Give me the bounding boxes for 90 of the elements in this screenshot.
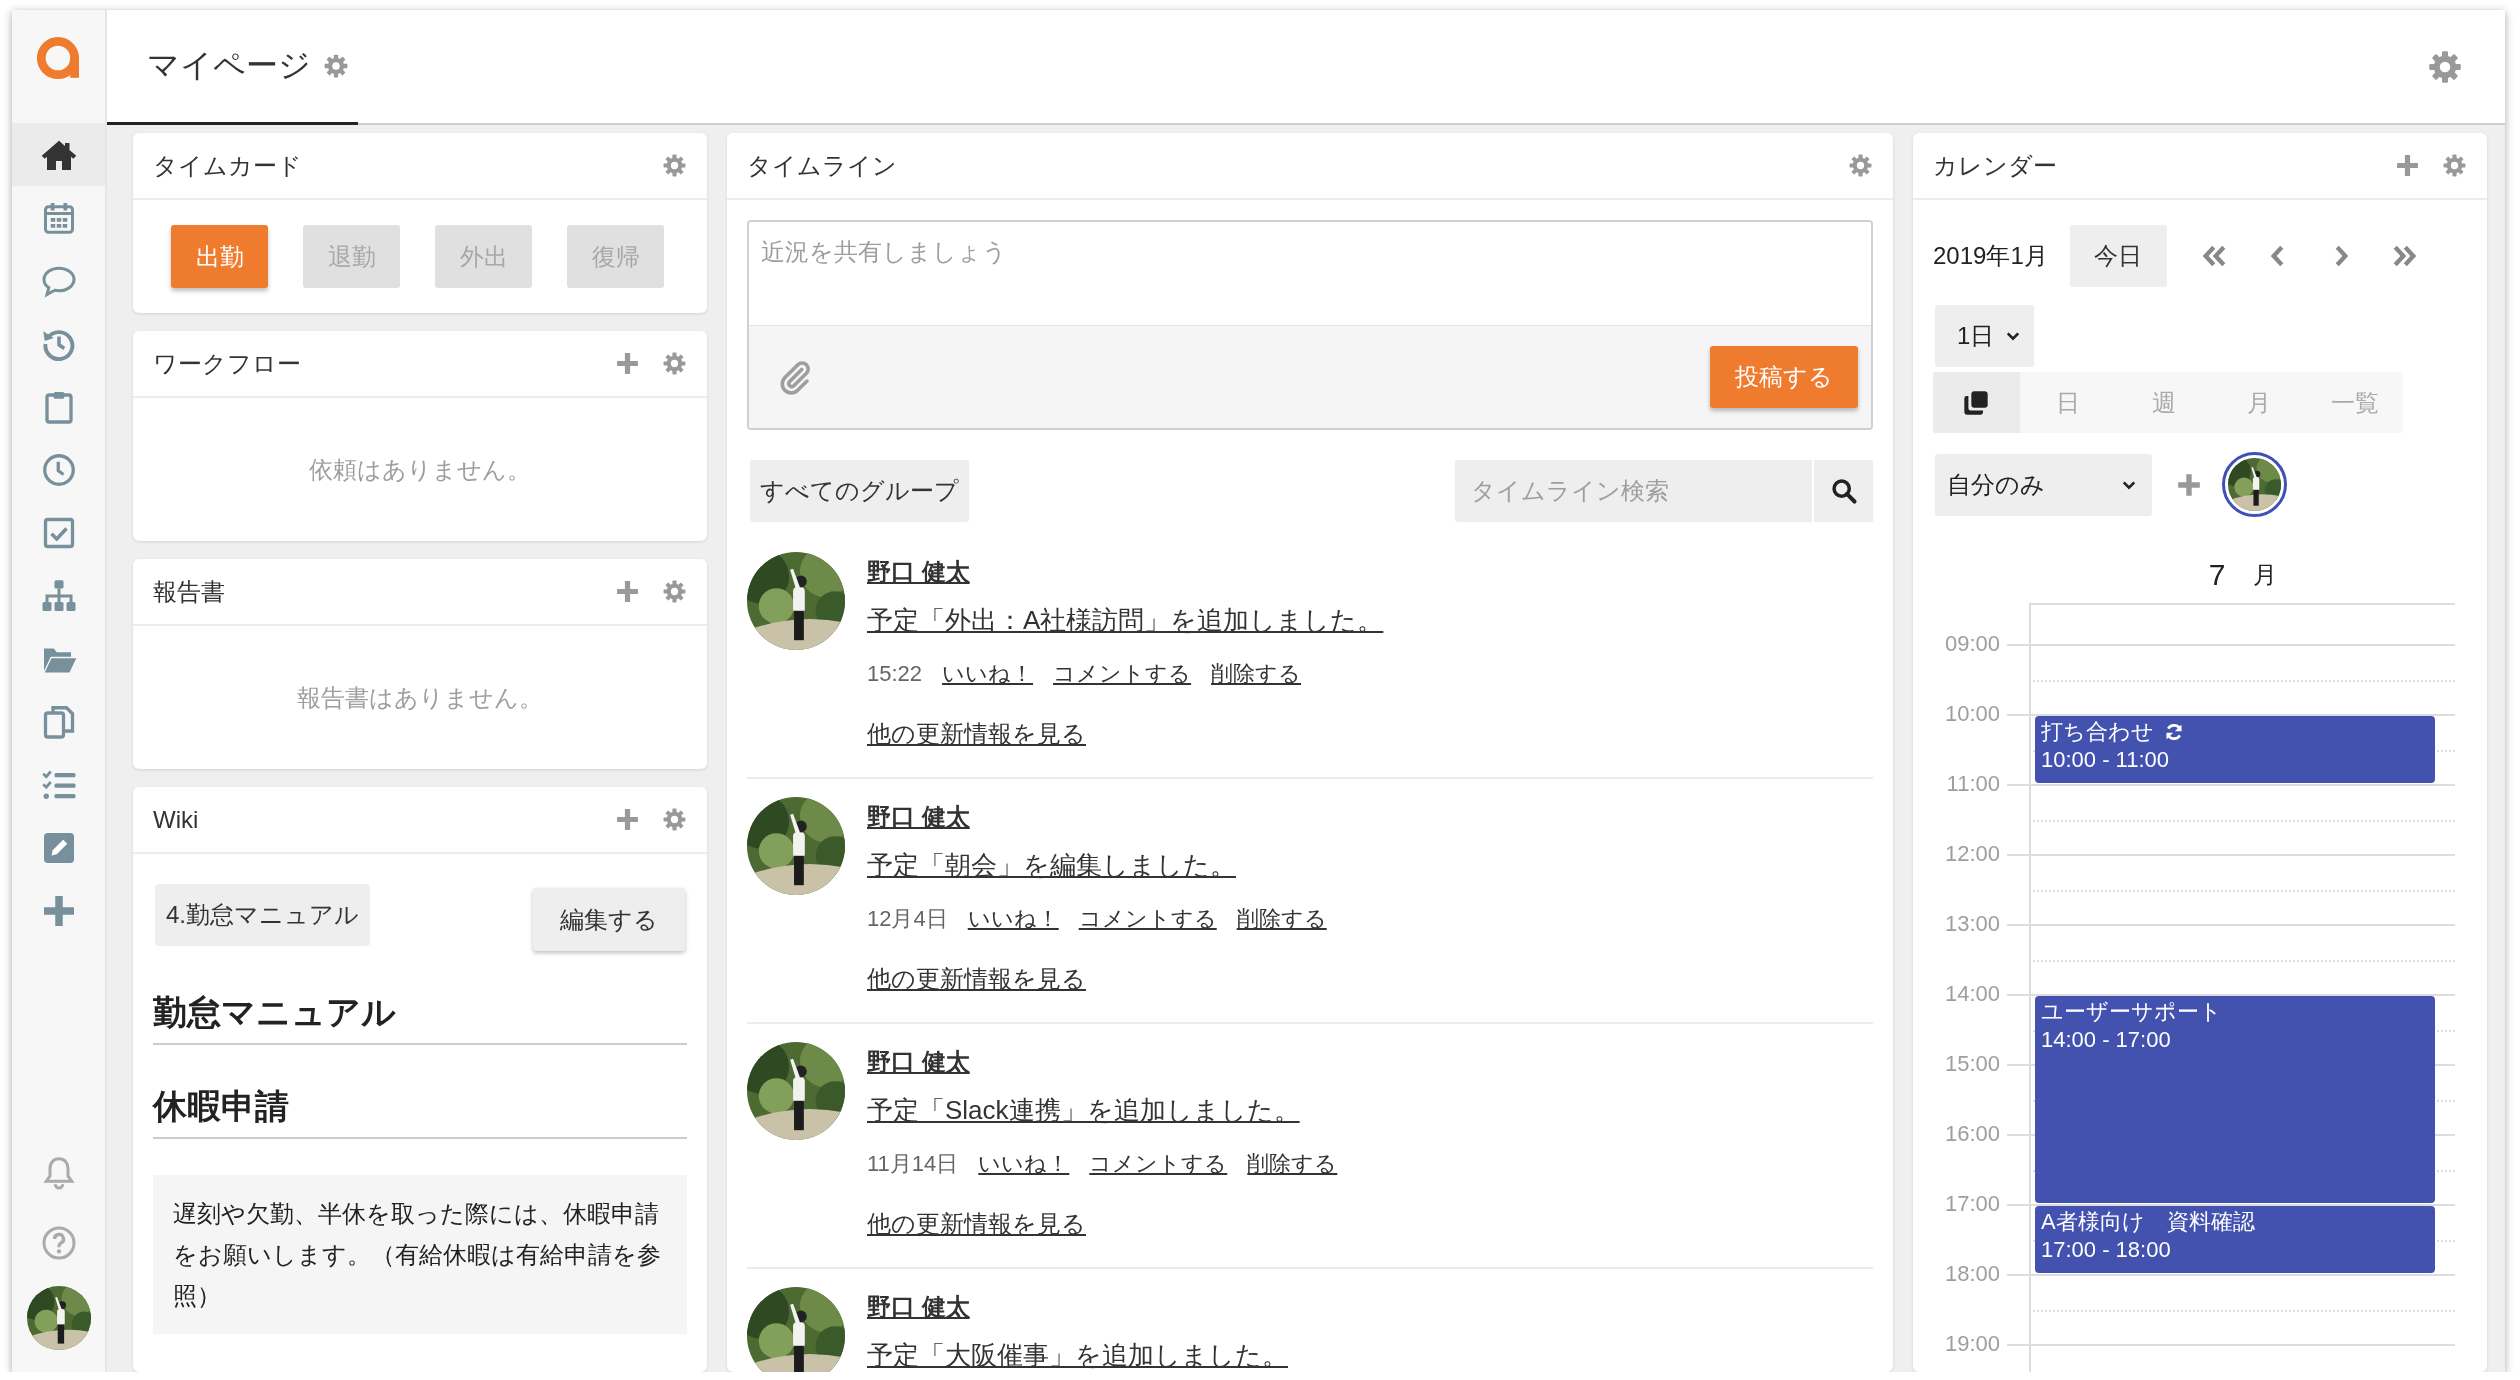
hour-label: 10:00	[1943, 700, 2000, 728]
wiki-subheading: 休暇申請	[153, 1081, 687, 1139]
more-link[interactable]: 他の更新情報を見る	[867, 1210, 1086, 1237]
settings-icon[interactable]	[662, 579, 687, 604]
author-link[interactable]: 野口 健太	[867, 1048, 970, 1075]
post-time: 12月4日	[867, 905, 948, 933]
hour-label: 17:00	[1943, 1190, 2000, 1218]
post-text-link[interactable]: 予定「朝会」を編集しました。	[867, 850, 1236, 880]
author-link[interactable]: 野口 健太	[867, 803, 970, 830]
day-weekday: 月	[2253, 560, 2278, 590]
view-tab[interactable]	[1933, 372, 2020, 433]
empty-message: 依頼はありません。	[309, 454, 531, 485]
action-link[interactable]: コメントする	[1078, 894, 1217, 944]
calendar-event[interactable]: 打ち合わせ 10:00 - 11:00	[2035, 716, 2435, 783]
action-link[interactable]: コメントする	[1089, 1139, 1228, 1189]
search-field[interactable]: タイムライン検索	[1455, 460, 1812, 522]
event-title: 打ち合わせ	[2041, 718, 2154, 746]
author-link[interactable]: 野口 健太	[867, 1293, 970, 1320]
hour-label: 18:00	[1943, 1260, 2000, 1288]
settings-icon[interactable]	[2442, 153, 2467, 178]
wiki-heading: 勤怠マニュアル	[153, 987, 687, 1045]
hour-label: 16:00	[1943, 1120, 2000, 1148]
card-title: ワークフロー	[153, 348, 301, 379]
author-link[interactable]: 野口 健太	[867, 558, 970, 585]
add-icon[interactable]	[615, 351, 640, 376]
settings-icon[interactable]	[323, 53, 349, 79]
add-icon[interactable]	[615, 579, 640, 604]
today-button[interactable]: 今日	[2069, 225, 2167, 287]
action-link[interactable]: いいね！	[978, 1139, 1070, 1189]
action-link[interactable]: いいね！	[942, 649, 1034, 699]
event-title: ユーザーサポート	[2041, 998, 2222, 1026]
notification-icon[interactable]	[40, 1155, 77, 1191]
settings-icon[interactable]	[662, 351, 687, 376]
post-text-link[interactable]: 予定「大阪催事」を追加しました。	[867, 1340, 1288, 1370]
hour-label: 11:00	[1945, 770, 2000, 798]
range-select[interactable]: 1日	[1935, 305, 2034, 367]
repeat-icon	[2164, 722, 2184, 742]
more-link[interactable]: 他の更新情報を見る	[867, 720, 1086, 747]
post-input-field[interactable]: 近況を共有しましょう	[749, 222, 1871, 326]
month-label: 2019年1月	[1933, 241, 2048, 271]
page-chip[interactable]: 4.勤怠マニュアル	[155, 884, 370, 946]
post-text-link[interactable]: 予定「Slack連携」を追加しました。	[867, 1095, 1300, 1125]
clock-icon	[40, 451, 77, 488]
post-text-link[interactable]: 予定「外出：A社様訪問」を追加しました。	[867, 605, 1384, 635]
add-icon[interactable]	[2176, 471, 2202, 498]
post-time: 15:22	[867, 660, 923, 688]
hour-label: 19:00	[1943, 1330, 2000, 1358]
event-time: 17:00 - 18:00	[2041, 1236, 2172, 1264]
page-title: マイページ	[147, 46, 311, 85]
settings-icon[interactable]	[662, 807, 687, 832]
card-title: Wiki	[153, 805, 199, 834]
org-chart-icon	[40, 577, 77, 614]
event-time: 10:00 - 11:00	[2041, 746, 2171, 774]
edit-button[interactable]: 編集する	[533, 888, 685, 951]
search-button[interactable]	[1812, 460, 1873, 522]
help-icon[interactable]	[40, 1225, 77, 1261]
calendar-event[interactable]: ユーザーサポート 14:00 - 17:00	[2035, 996, 2435, 1203]
hour-label: 13:00	[1943, 910, 2000, 938]
search-icon	[1829, 477, 1858, 505]
add-icon[interactable]	[615, 807, 640, 832]
action-link[interactable]: 削除する	[1247, 1139, 1338, 1189]
settings-icon[interactable]	[1848, 153, 1873, 178]
note-box: 遅刻や欠勤、半休を取った際には、休暇申請をお願いします。（有給休暇は有給申請を参照）	[153, 1175, 687, 1334]
action-link[interactable]: いいね！	[967, 894, 1059, 944]
empty-message: 報告書はありません。	[297, 682, 543, 713]
card-title: タイムライン	[747, 150, 897, 181]
hour-label: 14:00	[1943, 980, 2000, 1008]
settings-icon[interactable]	[2427, 48, 2463, 85]
more-link[interactable]: 他の更新情報を見る	[867, 965, 1086, 992]
event-title: A者様向け 資料確認	[2041, 1208, 2255, 1236]
day-date: 7	[2208, 558, 2226, 592]
settings-icon[interactable]	[662, 153, 687, 178]
card-title: カレンダー	[1933, 150, 2057, 181]
event-time: 14:00 - 17:00	[2041, 1026, 2172, 1054]
action-link[interactable]: 削除する	[1236, 894, 1327, 944]
post-time: 11月14日	[867, 1150, 959, 1178]
add-icon[interactable]	[2395, 153, 2420, 178]
hour-label: 09:00	[1943, 630, 2000, 658]
calendar-event[interactable]: A者様向け 資料確認 17:00 - 18:00	[2035, 1206, 2435, 1273]
action-link[interactable]: コメントする	[1053, 649, 1192, 699]
member-select[interactable]: 自分のみ	[1935, 453, 2152, 516]
layers-icon	[1962, 388, 1991, 417]
group-filter-button[interactable]: すべてのグループ	[750, 460, 969, 522]
card-title: 報告書	[153, 576, 225, 607]
member-avatar[interactable]	[2222, 452, 2287, 517]
sidebar-item[interactable]	[12, 123, 105, 186]
hour-label: 15:00	[1943, 1050, 2000, 1078]
hour-label: 12:00	[1943, 840, 2000, 868]
action-link[interactable]: 削除する	[1211, 649, 1302, 699]
card-title: タイムカード	[153, 150, 302, 181]
